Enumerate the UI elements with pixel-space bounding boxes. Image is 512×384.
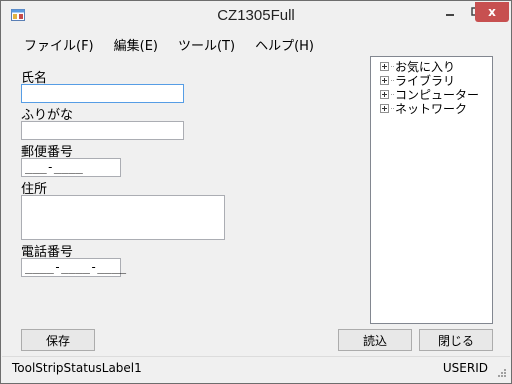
expand-icon[interactable] bbox=[380, 75, 389, 85]
postal-code-input[interactable]: ___-____ bbox=[21, 158, 121, 177]
app-window: CZ1305Full x ファイル(F) 編集(E) ツール(T) ヘルプ(H)… bbox=[0, 0, 512, 384]
load-button[interactable]: 読込 bbox=[338, 329, 412, 351]
status-label: ToolStripStatusLabel1 bbox=[12, 361, 142, 375]
menu-file[interactable]: ファイル(F) bbox=[14, 33, 104, 56]
tree-connector bbox=[391, 93, 394, 95]
menu-edit[interactable]: 編集(E) bbox=[104, 33, 168, 56]
user-id-label: USERID bbox=[442, 361, 488, 375]
tree-node-label: ネットワーク bbox=[395, 101, 468, 116]
minimize-button[interactable] bbox=[437, 2, 463, 22]
resize-grip-icon[interactable] bbox=[496, 367, 506, 377]
status-bar: ToolStripStatusLabel1 USERID bbox=[2, 356, 510, 380]
window-title: CZ1305Full bbox=[217, 7, 295, 24]
tree-connector bbox=[391, 79, 394, 81]
tree-connector bbox=[391, 107, 394, 109]
close-button[interactable]: 閉じる bbox=[419, 329, 493, 351]
folder-tree-view[interactable]: お気に入り ライブラリ コンピューター ネットワーク bbox=[370, 56, 493, 324]
name-input[interactable] bbox=[21, 84, 184, 103]
phone-input[interactable]: ____-____-____ bbox=[21, 258, 126, 277]
close-window-button[interactable]: x bbox=[475, 2, 509, 22]
minimize-icon bbox=[446, 14, 454, 16]
tree-connector bbox=[391, 65, 394, 67]
menu-tools[interactable]: ツール(T) bbox=[168, 33, 245, 56]
save-button[interactable]: 保存 bbox=[21, 329, 95, 351]
close-icon: x bbox=[488, 5, 496, 19]
menu-help[interactable]: ヘルプ(H) bbox=[245, 33, 324, 56]
expand-icon[interactable] bbox=[380, 61, 389, 71]
expand-icon[interactable] bbox=[380, 89, 389, 99]
title-bar[interactable]: CZ1305Full x bbox=[1, 1, 511, 31]
expand-icon[interactable] bbox=[380, 103, 389, 113]
menu-bar: ファイル(F) 編集(E) ツール(T) ヘルプ(H) bbox=[2, 33, 510, 55]
address-textarea[interactable] bbox=[21, 195, 225, 240]
tree-node-network[interactable]: ネットワーク bbox=[371, 101, 492, 116]
kana-input[interactable] bbox=[21, 121, 184, 140]
